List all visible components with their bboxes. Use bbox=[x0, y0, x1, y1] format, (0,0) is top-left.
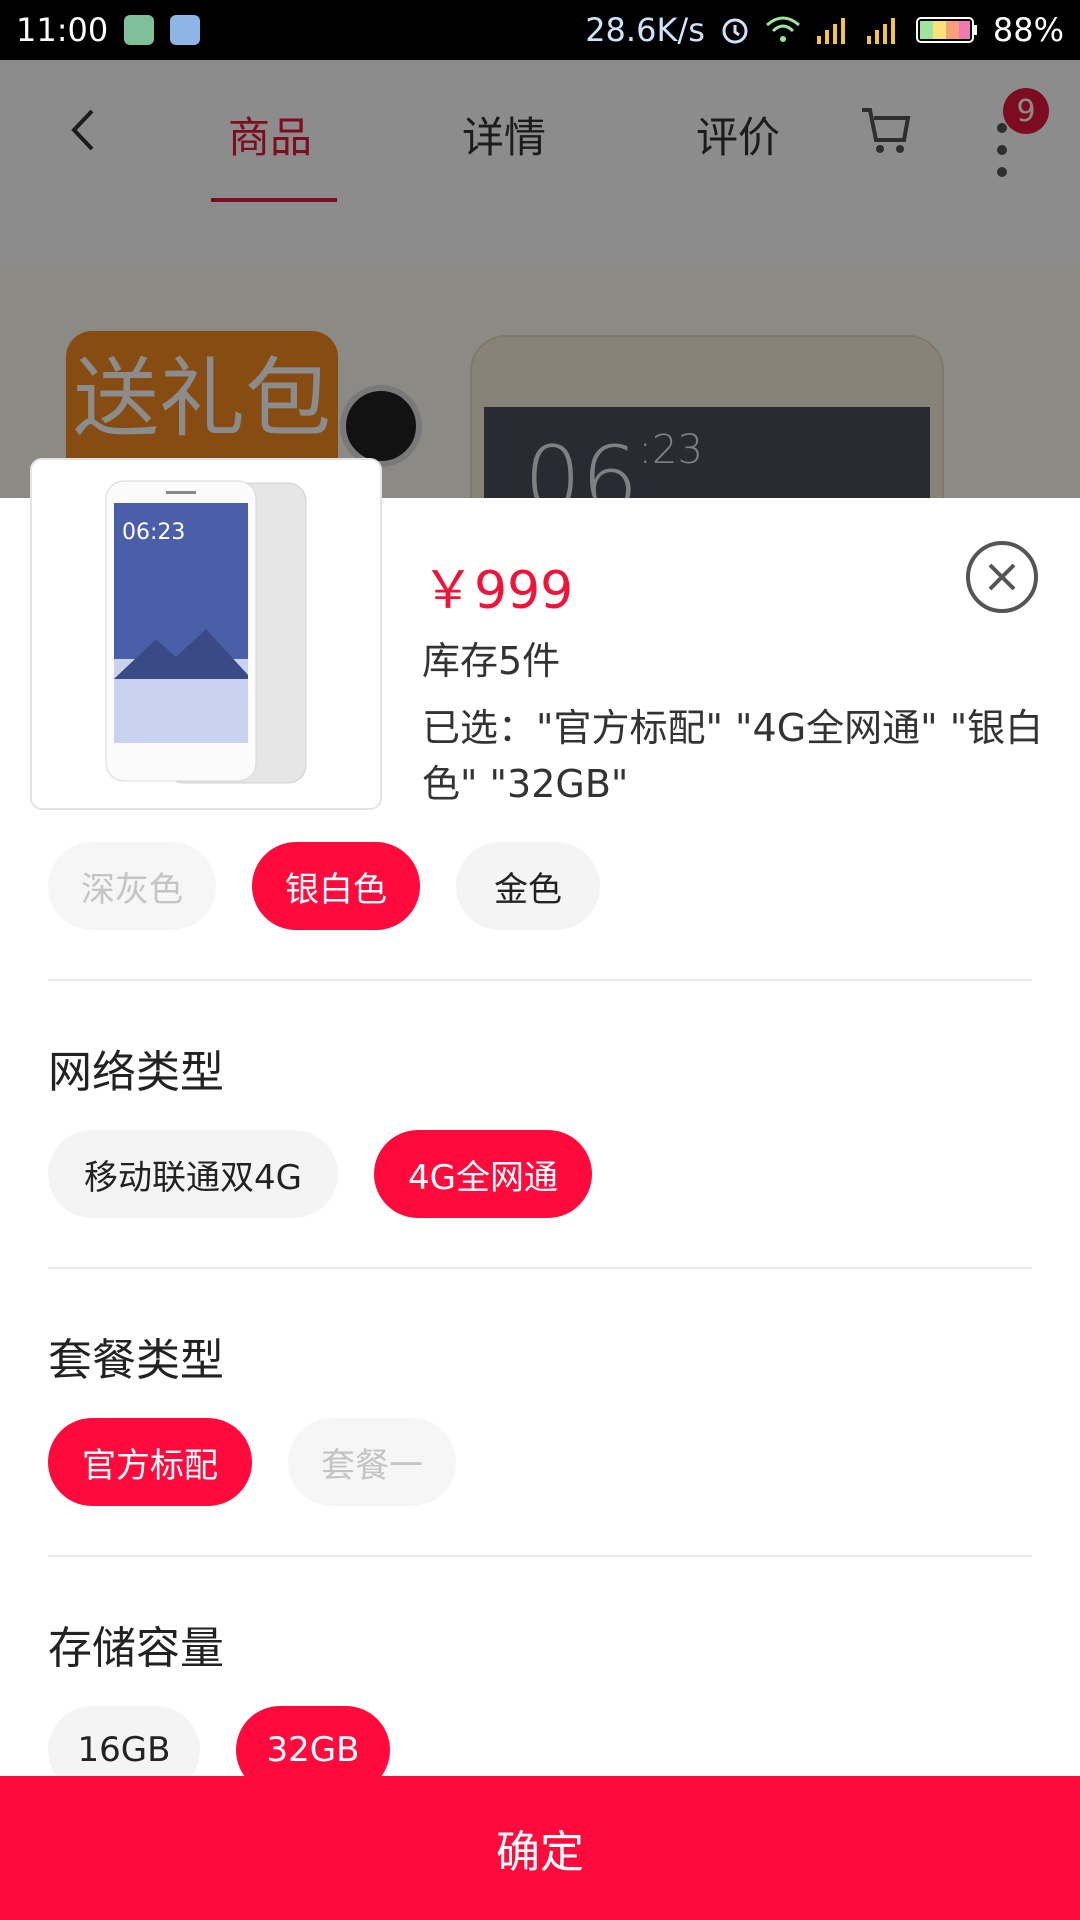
battery-icon bbox=[915, 15, 979, 45]
price: ￥999 bbox=[422, 561, 574, 621]
battery-percent: 88% bbox=[992, 11, 1064, 49]
status-time: 11:00 bbox=[16, 11, 109, 49]
status-bar: 11:00 28.6K/s 88% bbox=[0, 0, 1080, 60]
alarm-icon bbox=[719, 14, 751, 46]
storage-title: 存储容量 bbox=[48, 1623, 224, 1674]
network-type-title: 网络类型 bbox=[48, 1047, 224, 1098]
divider bbox=[48, 979, 1032, 981]
dim-overlay[interactable] bbox=[0, 60, 1080, 500]
shield-app-icon bbox=[124, 15, 155, 45]
stock-count: 库存5件 bbox=[422, 639, 561, 683]
option-package-standard[interactable]: 官方标配 bbox=[48, 1418, 252, 1506]
option-network-full-4g[interactable]: 4G全网通 bbox=[374, 1130, 592, 1218]
option-package-one: 套餐一 bbox=[288, 1418, 456, 1506]
gallery-app-icon bbox=[170, 15, 201, 45]
svg-text:06:23: 06:23 bbox=[122, 520, 185, 545]
signal-icon bbox=[865, 16, 901, 44]
option-network-dual-4g[interactable]: 移动联通双4G bbox=[48, 1130, 338, 1218]
option-color-gold[interactable]: 金色 bbox=[456, 842, 600, 930]
close-icon bbox=[988, 563, 1016, 591]
signal-icon bbox=[815, 16, 851, 44]
phone-image: 06:23 bbox=[105, 480, 307, 784]
option-color-dark-gray: 深灰色 bbox=[48, 842, 216, 930]
divider bbox=[48, 1267, 1032, 1269]
selected-options: 已选："官方标配" "4G全网通" "银白色" "32GB" bbox=[422, 706, 1044, 806]
package-type-title: 套餐类型 bbox=[48, 1335, 224, 1386]
option-color-silver[interactable]: 银白色 bbox=[252, 842, 420, 930]
wifi-icon bbox=[765, 15, 801, 45]
product-thumbnail: 06:23 bbox=[30, 458, 382, 810]
divider bbox=[48, 1555, 1032, 1557]
confirm-button[interactable]: 确定 bbox=[0, 1776, 1080, 1920]
close-button[interactable] bbox=[966, 541, 1038, 613]
net-speed: 28.6K/s bbox=[585, 11, 705, 49]
